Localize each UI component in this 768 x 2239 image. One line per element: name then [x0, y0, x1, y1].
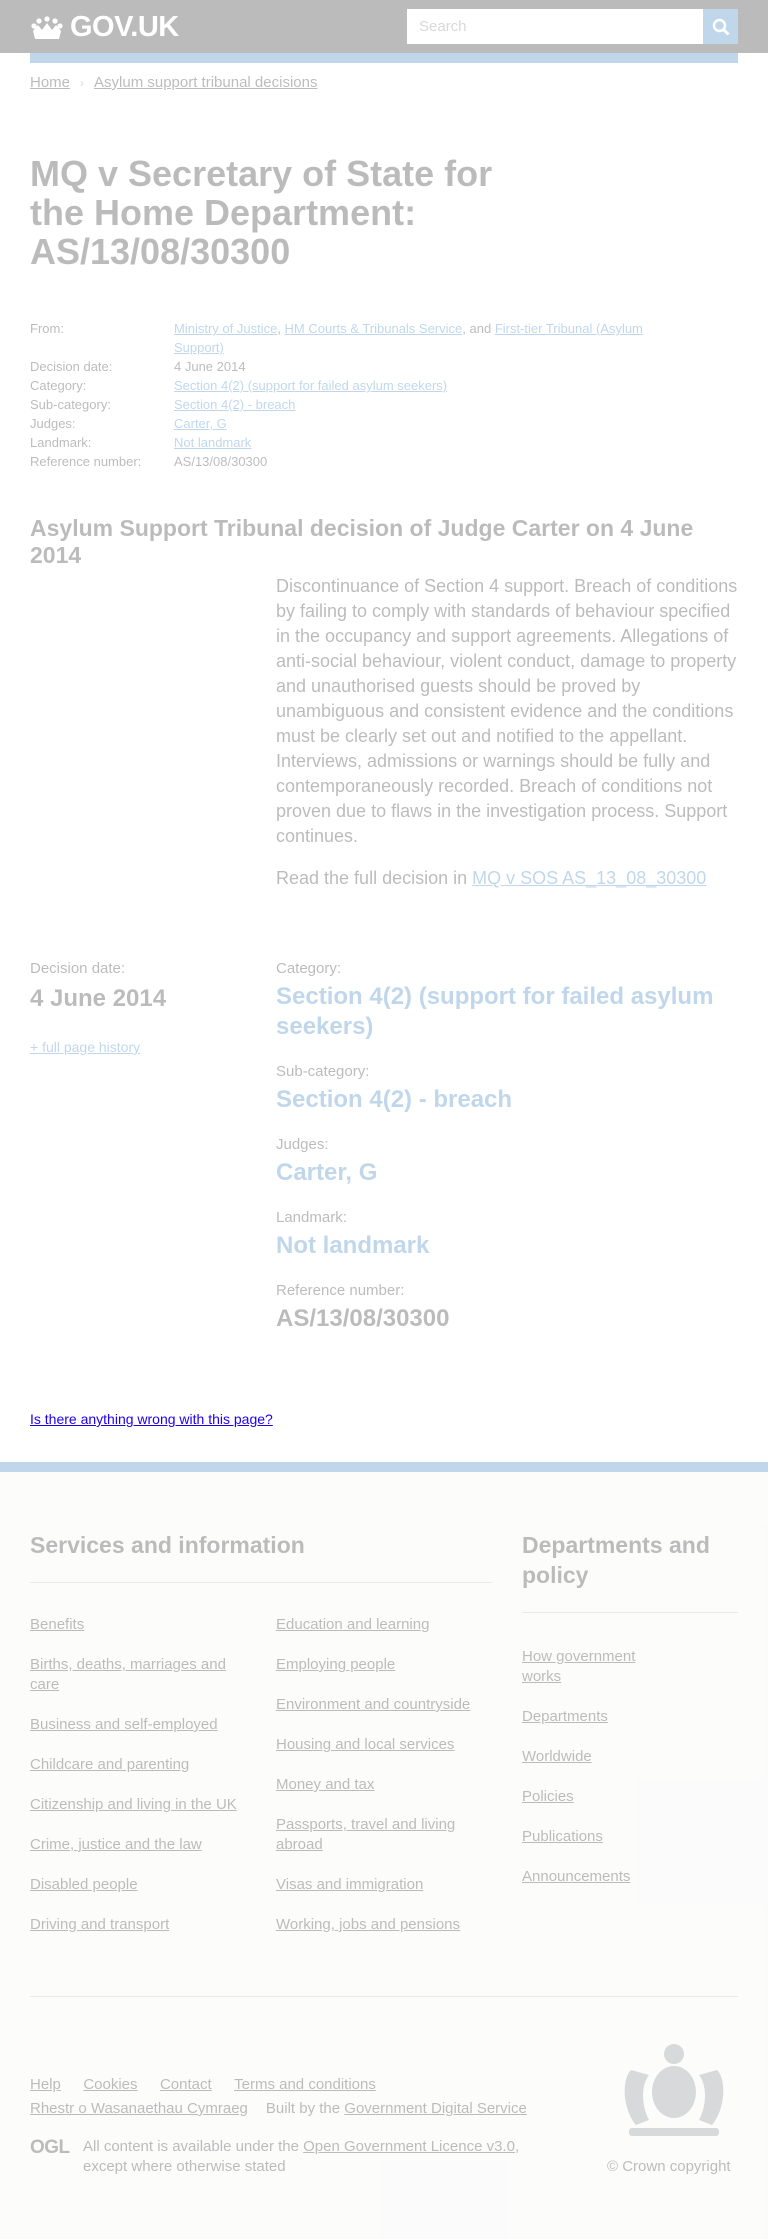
footer-welsh-built-by: Rhestr o Wasanaethau Cymraeg Built by the… — [30, 2100, 527, 2117]
crown-icon — [31, 15, 63, 39]
footer-link-business[interactable]: Business and self-employed — [30, 1715, 250, 1735]
footer-services-heading: Services and information — [30, 1532, 305, 1558]
details-judges-link[interactable]: Carter, G — [276, 1158, 738, 1188]
site-header: GOV.UK — [0, 0, 768, 53]
logo-text: GOV.UK — [70, 11, 179, 43]
footer-cookies-link[interactable]: Cookies — [83, 2076, 137, 2093]
full-page-history-link[interactable]: + full page history — [30, 1039, 250, 1055]
footer-link-housing[interactable]: Housing and local services — [276, 1735, 496, 1755]
crown-copyright: © Crown copyright — [607, 2158, 731, 2175]
meta-row-reference: Reference number: AS/13/08/30300 — [30, 454, 268, 469]
chevron-right-icon: › — [80, 75, 85, 90]
footer-link-passports[interactable]: Passports, travel and living abroad — [276, 1815, 476, 1855]
meta-judges-link[interactable]: Carter, G — [174, 416, 227, 431]
footer-link-announcements[interactable]: Announcements — [522, 1867, 630, 1887]
meta-row-judges: Judges: Carter, G — [30, 416, 227, 431]
details-right-column: Category: Section 4(2) (support for fail… — [276, 960, 738, 1355]
full-decision-link[interactable]: MQ v SOS AS_13_08_30300 — [472, 868, 706, 888]
details-left-column: Decision date: 4 June 2014 + full page h… — [30, 960, 250, 1055]
meta-subcategory-link[interactable]: Section 4(2) - breach — [174, 397, 295, 412]
meta-landmark-link[interactable]: Not landmark — [174, 435, 251, 450]
details-category: Category: Section 4(2) (support for fail… — [276, 960, 738, 1042]
footer-terms-link[interactable]: Terms and conditions — [234, 2076, 376, 2093]
footer-meta-links: Help Cookies Contact Terms and condition… — [30, 2076, 394, 2094]
header-blue-bar — [30, 53, 738, 63]
details-category-link[interactable]: Section 4(2) (support for failed asylum … — [276, 982, 738, 1042]
breadcrumb: Home › Asylum support tribunal decisions — [30, 74, 317, 91]
meta-row-decision-date: Decision date: 4 June 2014 — [30, 359, 246, 374]
footer-licence-link[interactable]: Open Government Licence v3.0 — [303, 2138, 515, 2155]
breadcrumb-home[interactable]: Home — [30, 74, 70, 91]
footer-contact-link[interactable]: Contact — [160, 2076, 212, 2093]
report-problem-link[interactable]: Is there anything wrong with this page? — [30, 1411, 273, 1427]
footer-link-money-tax[interactable]: Money and tax — [276, 1775, 496, 1795]
meta-row-subcategory: Sub-category: Section 4(2) - breach — [30, 397, 296, 412]
search-button[interactable] — [703, 9, 738, 44]
from-link-ministry-of-justice[interactable]: Ministry of Justice — [174, 321, 277, 336]
breadcrumb-asylum-support-decisions[interactable]: Asylum support tribunal decisions — [94, 74, 317, 91]
details-judges: Judges: Carter, G — [276, 1136, 738, 1188]
footer-link-publications[interactable]: Publications — [522, 1827, 603, 1847]
meta-row-category: Category: Section 4(2) (support for fail… — [30, 378, 448, 393]
decision-subtitle: Asylum Support Tribunal decision of Judg… — [30, 515, 694, 568]
footer-divider — [30, 1582, 492, 1583]
decision-summary: Discontinuance of Section 4 support. Bre… — [276, 576, 738, 846]
footer-welsh-link[interactable]: Rhestr o Wasanaethau Cymraeg — [30, 2100, 248, 2117]
govuk-logo-link[interactable]: GOV.UK — [30, 11, 179, 44]
footer-link-education[interactable]: Education and learning — [276, 1615, 496, 1635]
footer-link-how-government-works[interactable]: How government works — [522, 1647, 662, 1687]
ogl-logo: OGL — [30, 2137, 70, 2158]
footer-link-driving[interactable]: Driving and transport — [30, 1915, 250, 1935]
footer-link-employing-people[interactable]: Employing people — [276, 1655, 496, 1675]
feedback-prompt: Is there anything wrong with this page? — [30, 1411, 273, 1427]
details-subcategory: Sub-category: Section 4(2) - breach — [276, 1063, 738, 1115]
footer-link-working-jobs[interactable]: Working, jobs and pensions — [276, 1915, 496, 1935]
footer-link-visas[interactable]: Visas and immigration — [276, 1875, 496, 1895]
footer-link-births-deaths[interactable]: Births, deaths, marriages and care — [30, 1655, 250, 1695]
footer-link-environment[interactable]: Environment and countryside — [276, 1695, 496, 1715]
footer-departments-heading: Departments and policy — [522, 1532, 710, 1588]
metadata-list: From: Ministry of Justice, HM Courts & T… — [30, 319, 680, 471]
footer-link-disabled-people[interactable]: Disabled people — [30, 1875, 250, 1895]
footer-link-departments[interactable]: Departments — [522, 1707, 608, 1727]
footer-link-citizenship[interactable]: Citizenship and living in the UK — [30, 1795, 250, 1815]
details-decision-date: 4 June 2014 — [30, 985, 167, 1012]
details-subcategory-link[interactable]: Section 4(2) - breach — [276, 1085, 738, 1115]
footer-licence: All content is available under the Open … — [83, 2138, 520, 2175]
details-landmark: Landmark: Not landmark — [276, 1209, 738, 1261]
footer-top-border — [0, 1462, 768, 1472]
from-link-hmcts[interactable]: HM Courts & Tribunals Service — [285, 321, 463, 336]
footer-gds-link[interactable]: Government Digital Service — [344, 2100, 527, 2117]
search-input[interactable] — [407, 9, 703, 44]
meta-row-from: From: Ministry of Justice, HM Courts & T… — [30, 321, 643, 355]
details-reference: Reference number: AS/13/08/30300 — [276, 1282, 450, 1332]
footer-divider — [522, 1612, 738, 1613]
footer-link-childcare[interactable]: Childcare and parenting — [30, 1755, 250, 1775]
footer-link-policies[interactable]: Policies — [522, 1787, 574, 1807]
meta-row-landmark: Landmark: Not landmark — [30, 435, 252, 450]
royal-coat-of-arms-icon — [624, 2044, 724, 2136]
search-icon — [712, 18, 729, 35]
footer-link-worldwide[interactable]: Worldwide — [522, 1747, 592, 1767]
meta-category-link[interactable]: Section 4(2) (support for failed asylum … — [174, 378, 447, 393]
footer-link-benefits[interactable]: Benefits — [30, 1615, 250, 1635]
search-form — [407, 9, 738, 44]
details-landmark-link[interactable]: Not landmark — [276, 1231, 738, 1261]
footer-help-link[interactable]: Help — [30, 2076, 61, 2093]
footer-link-crime-justice[interactable]: Crime, justice and the law — [30, 1835, 250, 1855]
read-full-decision: Read the full decision in MQ v SOS AS_13… — [276, 868, 707, 888]
page-title: MQ v Secretary of State for the Home Dep… — [30, 153, 493, 272]
footer-divider — [30, 1996, 738, 1997]
